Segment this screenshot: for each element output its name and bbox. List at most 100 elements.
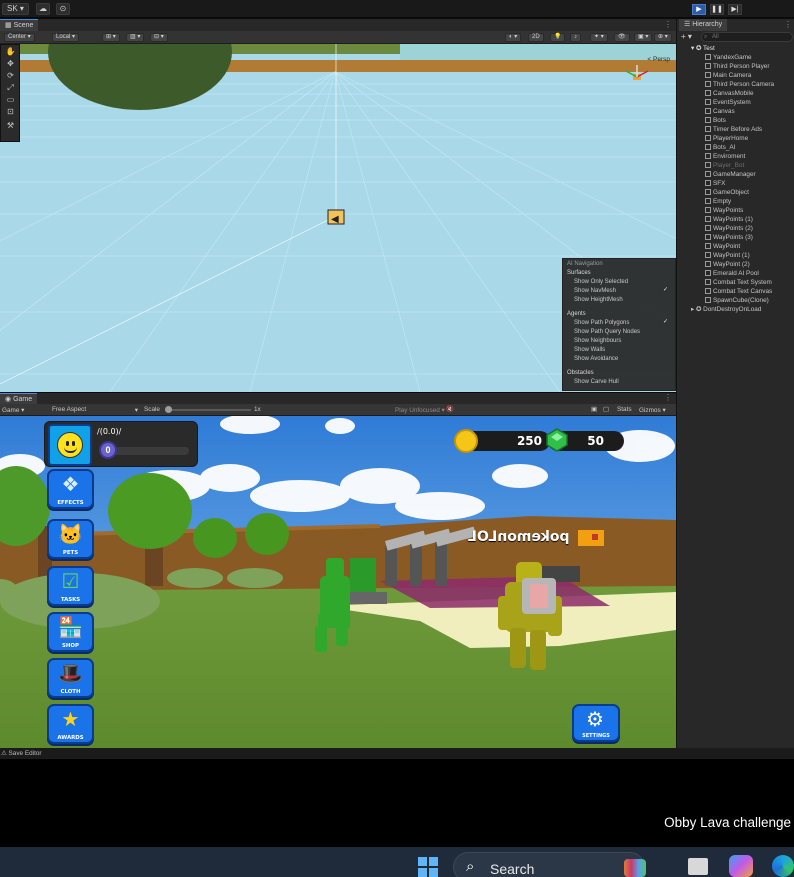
grid-icon[interactable]: ▥ ▾	[126, 33, 145, 42]
scale-slider-handle[interactable]	[165, 406, 172, 413]
nav-toggle-row[interactable]: Show NavMesh ✓	[574, 287, 674, 296]
shop-button[interactable]: 🏪 SHOP	[47, 612, 94, 652]
hierarchy-item[interactable]: EventSystem	[705, 98, 751, 107]
task-view-icon[interactable]	[688, 858, 708, 875]
audio-mute-icon[interactable]: 🔇	[446, 405, 454, 413]
pause-icon[interactable]: ❚❚	[710, 4, 724, 15]
hierarchy-item[interactable]: YandexGame	[705, 53, 752, 62]
hierarchy-item[interactable]: WayPoints (1)	[705, 215, 753, 224]
transform-tool-icon[interactable]: ⊡	[4, 107, 17, 117]
increment-snap-icon[interactable]: ⊟ ▾	[150, 33, 168, 42]
scale-slider[interactable]	[165, 406, 251, 413]
nav-toggle-row[interactable]: Show HeightMesh	[574, 296, 674, 305]
custom-tool-icon[interactable]: ⚒	[4, 121, 17, 131]
tasks-button[interactable]: ☑ TASKS	[47, 566, 94, 606]
nav-toggle-row[interactable]: Show Neighbours	[574, 337, 674, 346]
checkbox-empty-icon[interactable]	[663, 278, 670, 285]
effects-button[interactable]: ❖ EFFECTS	[47, 469, 94, 509]
add-object-icon[interactable]: + ▾	[681, 32, 692, 42]
hierarchy-item[interactable]: Canvas	[705, 107, 735, 116]
nav-toggle-row[interactable]: Show Avoidance	[574, 355, 674, 364]
scale-tool-icon[interactable]: ⤢	[4, 83, 17, 93]
hierarchy-scene-root[interactable]: ▾ ✪ Test	[691, 44, 715, 53]
step-icon[interactable]: ▶|	[728, 4, 742, 15]
hierarchy-item[interactable]: Bots_AI	[705, 143, 735, 152]
edge-icon[interactable]	[772, 855, 794, 877]
toggle-2d-button[interactable]: 2D	[528, 33, 544, 42]
taskbar-search-box[interactable]: ⌕ Search	[453, 852, 646, 877]
copilot-icon[interactable]	[729, 855, 753, 877]
rotate-tool-icon[interactable]: ⟳	[4, 71, 17, 81]
rect-tool-icon[interactable]: ▭	[4, 95, 17, 105]
screenshot-icon[interactable]: ▣	[591, 405, 597, 413]
hierarchy-dont-destroy-root[interactable]: ▸ ✪ DontDestroyOnLoad	[691, 305, 761, 314]
game-view[interactable]: pokemonLOL /(0.0)/ 0 ❖ EFFECTS 🐱 PETS ☑ TASKS…	[0, 416, 676, 748]
windows-start-icon[interactable]	[418, 857, 438, 877]
hierarchy-item[interactable]: PlayerHome	[705, 134, 748, 143]
hierarchy-item[interactable]: WayPoint	[705, 242, 740, 251]
gizmos-dropdown[interactable]: Gizmos ▾	[639, 406, 666, 414]
hierarchy-item[interactable]: SFX	[705, 179, 725, 188]
play-mode-dropdown[interactable]: Play Unfocused ▾	[395, 406, 445, 414]
avatar[interactable]	[48, 424, 92, 466]
hierarchy-item[interactable]: GameManager	[705, 170, 756, 179]
hierarchy-item[interactable]: WayPoint (2)	[705, 260, 750, 269]
hierarchy-search-input[interactable]: ⌕ All	[701, 32, 793, 42]
hand-tool-icon[interactable]: ✋	[4, 47, 17, 57]
pivot-dropdown[interactable]: Center ▾	[4, 33, 35, 42]
hierarchy-item[interactable]: SpawnCube(Clone)	[705, 296, 769, 305]
audio-icon[interactable]: ♪	[570, 33, 581, 42]
checkbox-empty-icon[interactable]	[663, 328, 670, 335]
hierarchy-item[interactable]: Third Person Player	[705, 62, 769, 71]
hierarchy-item[interactable]: GameObject	[705, 188, 749, 197]
hierarchy-item[interactable]: Timer Before Ads	[705, 125, 762, 134]
cloth-button[interactable]: 🎩 CLOTH	[47, 658, 94, 698]
space-dropdown[interactable]: Local ▾	[52, 33, 80, 42]
effects-toggle-icon[interactable]: ✦ ▾	[590, 33, 608, 42]
hidden-objects-icon[interactable]: 👁	[614, 33, 630, 42]
move-tool-icon[interactable]: ✥	[4, 59, 17, 69]
hierarchy-item[interactable]: CanvasMobile	[705, 89, 754, 98]
services-icon[interactable]: ⊙	[56, 3, 70, 15]
settings-button[interactable]: ⚙ SETTINGS	[572, 704, 620, 742]
pets-button[interactable]: 🐱 PETS	[47, 519, 94, 559]
hierarchy-item[interactable]: Third Person Camera	[705, 80, 774, 89]
lighting-icon[interactable]: 💡	[550, 33, 566, 42]
hierarchy-item[interactable]: Combat Text System	[705, 278, 772, 287]
stats-button[interactable]: Stats	[617, 406, 632, 413]
hierarchy-item[interactable]: Main Camera	[705, 71, 751, 80]
tab-hierarchy[interactable]: ☰ Hierarchy	[679, 19, 728, 31]
nav-toggle-row[interactable]: Show Carve Hull	[574, 378, 674, 387]
hierarchy-item[interactable]: Empty	[705, 197, 731, 206]
game-menu-icon[interactable]: ⋮	[664, 393, 672, 402]
checkbox-empty-icon[interactable]	[663, 378, 670, 385]
checkmark-icon[interactable]: ✓	[663, 287, 670, 294]
snap-grid-icon[interactable]: ⊞ ▾	[102, 33, 120, 42]
hierarchy-item[interactable]: Player_Bot	[705, 161, 744, 170]
checkbox-empty-icon[interactable]	[663, 337, 670, 344]
hierarchy-item[interactable]: WayPoints	[705, 206, 743, 215]
hierarchy-item[interactable]: Combat Text Canvas	[705, 287, 772, 296]
camera-perspective-label[interactable]: < Persp	[647, 56, 670, 63]
account-dropdown[interactable]: SK ▾	[2, 3, 29, 15]
more-menu-icon[interactable]: ⋮	[664, 20, 672, 29]
hierarchy-item[interactable]: WayPoints (2)	[705, 224, 753, 233]
hierarchy-item[interactable]: Bots	[705, 116, 726, 125]
nav-toggle-row[interactable]: Show Path Query Nodes	[574, 328, 674, 337]
tab-game[interactable]: ◉ Game	[0, 393, 38, 404]
nav-toggle-row[interactable]: Show Walls	[574, 346, 674, 355]
checkbox-empty-icon[interactable]	[663, 346, 670, 353]
gizmos-icon[interactable]: ⊕ ▾	[654, 33, 672, 42]
shading-mode-icon[interactable]: ◐ ▾	[505, 33, 522, 42]
widgets-icon[interactable]	[624, 859, 646, 877]
awards-button[interactable]: ★ AWARDS	[47, 704, 94, 744]
checkbox-empty-icon[interactable]	[663, 355, 670, 362]
hierarchy-item[interactable]: Emerald AI Pool	[705, 269, 759, 278]
checkmark-icon[interactable]: ✓	[663, 319, 670, 326]
hierarchy-item[interactable]: WayPoints (3)	[705, 233, 753, 242]
aspect-dropdown[interactable]: Free Aspect ▾	[52, 406, 138, 414]
checkbox-empty-icon[interactable]	[663, 296, 670, 303]
nav-toggle-row[interactable]: Show Only Selected	[574, 278, 674, 287]
hierarchy-item[interactable]: Enviroment	[705, 152, 745, 161]
hierarchy-menu-icon[interactable]: ⋮	[784, 20, 792, 29]
